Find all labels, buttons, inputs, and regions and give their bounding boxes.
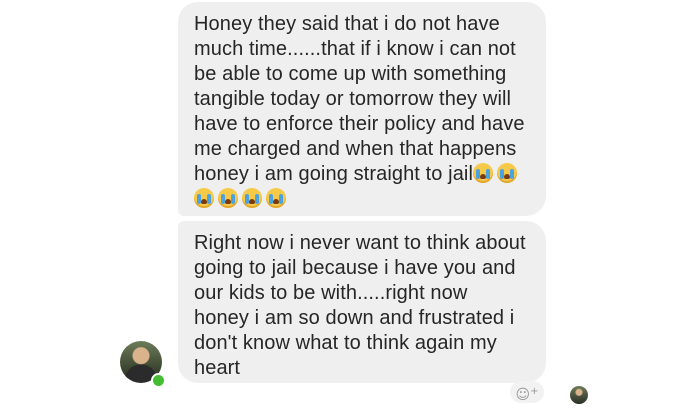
loudly-crying-emoji-icon xyxy=(194,188,214,208)
loudly-crying-emoji-icon xyxy=(497,163,518,183)
message-text: Honey they said that i do not have much … xyxy=(194,12,530,212)
plus-icon: + xyxy=(530,386,539,397)
message-bubble[interactable]: Honey they said that i do not have much … xyxy=(178,2,546,216)
online-status-indicator xyxy=(151,373,166,388)
message-bubble[interactable]: Right now i never want to think about go… xyxy=(178,221,546,383)
seen-by-avatar xyxy=(570,386,588,404)
message-text: Right now i never want to think about go… xyxy=(194,232,526,379)
add-reaction-button[interactable]: ☺+ xyxy=(510,381,544,403)
loudly-crying-emoji-icon xyxy=(266,188,286,208)
smiley-icon: ☺ xyxy=(515,387,531,403)
loudly-crying-emoji-icon xyxy=(242,188,262,208)
loudly-crying-emoji-icon xyxy=(218,188,238,208)
loudly-crying-emoji-icon xyxy=(473,163,494,183)
